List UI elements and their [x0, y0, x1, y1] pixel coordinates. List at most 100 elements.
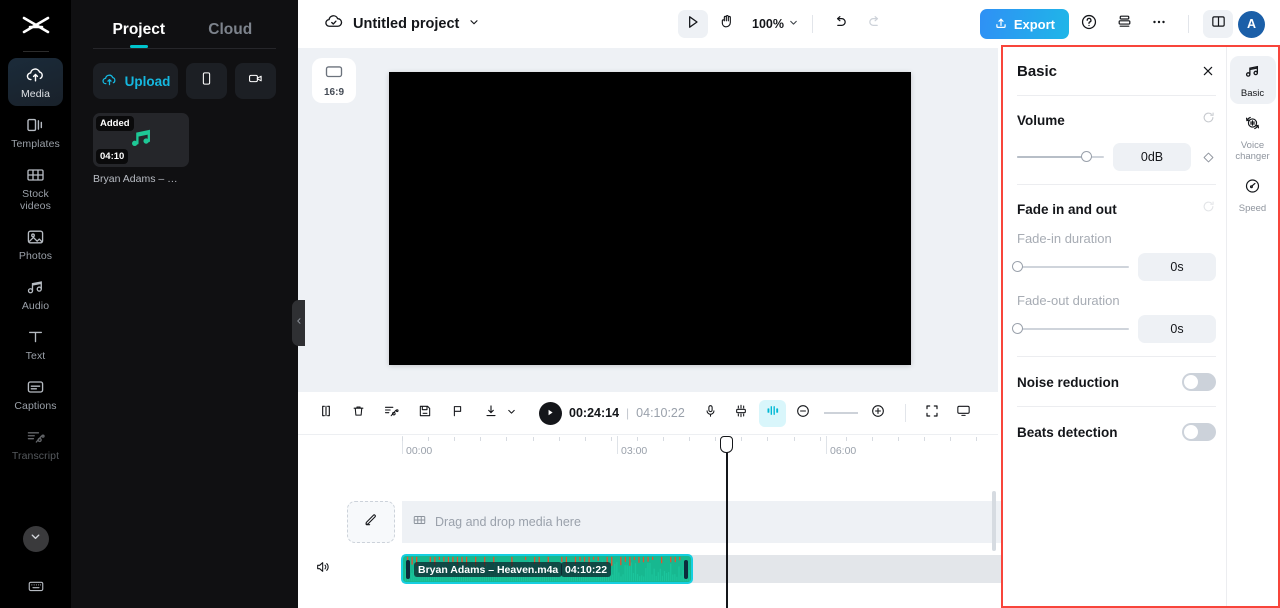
media-asset-card[interactable]: Added 04:10 Bryan Adams – … — [93, 113, 189, 185]
timeline-tracks-area[interactable]: 00:00 03:00 06:00 Drag and drop media he… — [298, 434, 1280, 608]
fade-in-slider-thumb[interactable] — [1011, 261, 1023, 272]
capcut-logo-icon[interactable] — [19, 12, 53, 42]
close-icon[interactable] — [1199, 62, 1217, 80]
tab-basic[interactable]: Basic — [1229, 56, 1276, 104]
fade-in-slider[interactable] — [1011, 261, 1129, 272]
volume-slider[interactable] — [1017, 151, 1104, 162]
freeze-frame-button[interactable] — [411, 400, 438, 427]
timeline-zoom-slider[interactable] — [823, 412, 858, 414]
audio-clip[interactable]: Bryan Adams – Heaven.m4a 04:10:22 — [401, 554, 693, 584]
fade-out-slider[interactable] — [1011, 323, 1129, 334]
tab-cloud[interactable]: Cloud — [185, 21, 277, 48]
avatar[interactable]: A — [1238, 10, 1265, 38]
speaker-wave-icon — [314, 559, 332, 580]
play-button[interactable] — [539, 401, 562, 425]
media-thumbnail[interactable]: Added 04:10 — [93, 113, 189, 167]
undo-button[interactable] — [826, 10, 856, 38]
volume-slider-thumb[interactable] — [1081, 151, 1093, 162]
fit-to-screen-button[interactable] — [919, 400, 946, 427]
zoom-in-button[interactable] — [865, 400, 892, 427]
clip-name-label: Bryan Adams – Heaven.m4a — [414, 562, 563, 577]
clip-trim-handle-left[interactable] — [406, 560, 410, 579]
zoom-level-selector[interactable]: 100% — [752, 17, 799, 31]
help-button[interactable] — [1074, 10, 1104, 38]
aspect-ratio-button[interactable]: 16:9 — [312, 58, 356, 103]
beats-detection-label: Beats detection — [1017, 424, 1118, 440]
volume-value-input[interactable]: 0dB — [1113, 143, 1191, 171]
fade-out-value-input[interactable]: 0s — [1138, 315, 1216, 343]
timeline-vertical-scrollbar[interactable] — [992, 491, 996, 551]
sidebar-item-photos[interactable]: Photos — [8, 220, 63, 268]
upload-button[interactable]: Upload — [93, 63, 178, 99]
preview-monitor-button[interactable] — [950, 400, 977, 427]
chevron-down-icon[interactable] — [468, 15, 480, 33]
layers-button[interactable] — [1109, 10, 1139, 38]
microphone-icon — [703, 403, 718, 424]
delete-button[interactable] — [345, 400, 372, 427]
record-voiceover-button[interactable] — [697, 400, 724, 427]
keyboard-shortcuts-button[interactable] — [0, 577, 71, 600]
properties-tab-strip: Basic Voice changer Speed — [1226, 47, 1278, 606]
video-canvas[interactable] — [389, 72, 911, 365]
trash-icon — [351, 403, 366, 424]
sidebar-item-templates[interactable]: Templates — [8, 108, 63, 156]
zoom-out-button[interactable] — [790, 400, 817, 427]
left-navigation-rail: Media Templates Stock videos Photos Audi… — [0, 0, 71, 608]
cloud-check-icon[interactable] — [323, 12, 344, 36]
sidebar-collapse-button[interactable] — [22, 526, 49, 552]
track-edit-button[interactable] — [347, 501, 395, 543]
properties-panel-content: Basic Volume 0dB Fade in and out Fade-in… — [1003, 47, 1230, 606]
export-button[interactable]: Export — [979, 9, 1069, 39]
panel-collapse-handle[interactable] — [292, 300, 305, 346]
reset-circular-arrow-icon[interactable] — [1201, 110, 1216, 130]
sidebar-item-transcript[interactable]: Transcript — [8, 420, 63, 468]
upload-share-icon — [994, 16, 1008, 33]
sidebar-item-text[interactable]: Text — [8, 320, 63, 368]
sidebar-item-captions[interactable]: Captions — [8, 370, 63, 418]
tab-project[interactable]: Project — [93, 21, 185, 48]
zoom-level-value: 100% — [752, 17, 784, 31]
sidebar-item-audio[interactable]: Audio — [8, 270, 63, 318]
text-t-icon — [25, 327, 46, 347]
fade-in-value-input[interactable]: 0s — [1138, 253, 1216, 281]
properties-header: Basic — [1003, 47, 1230, 95]
tab-voice-changer-label: Voice changer — [1235, 140, 1270, 162]
asset-duration-badge: 04:10 — [96, 149, 129, 164]
sidebar-item-label: Stock videos — [20, 188, 51, 212]
import-from-device-button[interactable] — [186, 63, 227, 99]
more-options-button[interactable] — [1144, 10, 1174, 38]
audio-track-mute-button[interactable] — [306, 555, 340, 583]
audio-mixer-button[interactable] — [758, 399, 786, 427]
noise-reduction-label: Noise reduction — [1017, 374, 1120, 390]
timeline-ruler[interactable]: 00:00 03:00 06:00 — [298, 435, 998, 461]
playhead-handle[interactable] — [720, 436, 733, 453]
noise-reduction-toggle[interactable] — [1182, 373, 1216, 391]
chevron-down-icon[interactable] — [506, 404, 517, 422]
hand-tool-button[interactable] — [712, 10, 742, 38]
sidebar-item-media[interactable]: Media — [8, 58, 63, 106]
diamond-keyframe-icon[interactable] — [1200, 151, 1216, 164]
record-button[interactable] — [235, 63, 276, 99]
sidebar-item-stock-videos[interactable]: Stock videos — [8, 158, 63, 218]
cloud-upload-icon — [101, 72, 118, 91]
reset-circular-arrow-icon[interactable] — [1201, 199, 1216, 219]
fade-out-slider-thumb[interactable] — [1011, 323, 1023, 334]
select-tool-button[interactable] — [678, 10, 708, 38]
download-button[interactable] — [477, 400, 504, 427]
marker-button[interactable] — [444, 400, 471, 427]
tab-voice-changer[interactable]: Voice changer — [1230, 108, 1276, 167]
auto-keyframe-button[interactable] — [728, 400, 755, 427]
fade-in-label: Fade-in duration — [1017, 231, 1112, 246]
split-clip-button[interactable] — [312, 400, 339, 427]
aspect-ratio-label: 16:9 — [323, 86, 344, 98]
music-note-icon — [1243, 62, 1262, 85]
redo-button[interactable] — [860, 10, 890, 38]
media-action-row: Upload — [71, 49, 298, 99]
layout-toggle-button[interactable] — [1203, 10, 1233, 38]
auto-cut-button[interactable] — [378, 400, 405, 427]
page-title[interactable]: Untitled project — [353, 16, 459, 32]
upload-button-label: Upload — [124, 73, 171, 89]
beats-detection-toggle[interactable] — [1182, 423, 1216, 441]
clip-trim-handle-right[interactable] — [684, 560, 688, 579]
tab-speed[interactable]: Speed — [1230, 171, 1276, 219]
